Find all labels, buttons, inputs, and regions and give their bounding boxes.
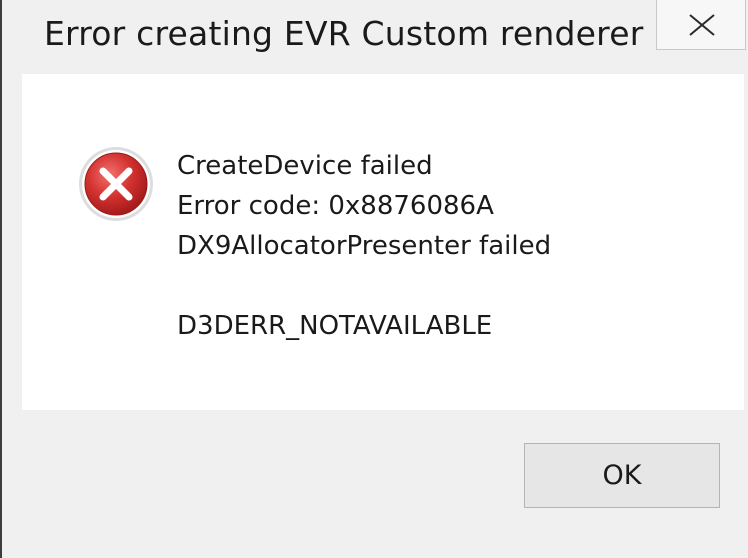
ok-button[interactable]: OK <box>524 443 720 508</box>
message-area: CreateDevice failed Error code: 0x887608… <box>22 74 744 410</box>
close-icon <box>689 14 715 36</box>
dialog-title: Error creating EVR Custom renderer <box>44 14 644 53</box>
error-messages: CreateDevice failed Error code: 0x887608… <box>177 146 551 346</box>
close-button[interactable] <box>656 0 746 50</box>
message-line: Error code: 0x8876086A <box>177 191 494 221</box>
error-icon <box>79 147 153 221</box>
message-line: DX9AllocatorPresenter failed <box>177 231 552 261</box>
message-line: CreateDevice failed <box>177 151 433 181</box>
message-line: D3DERR_NOTAVAILABLE <box>177 311 493 341</box>
error-dialog: Error creating EVR Custom renderer Creat… <box>2 0 748 558</box>
